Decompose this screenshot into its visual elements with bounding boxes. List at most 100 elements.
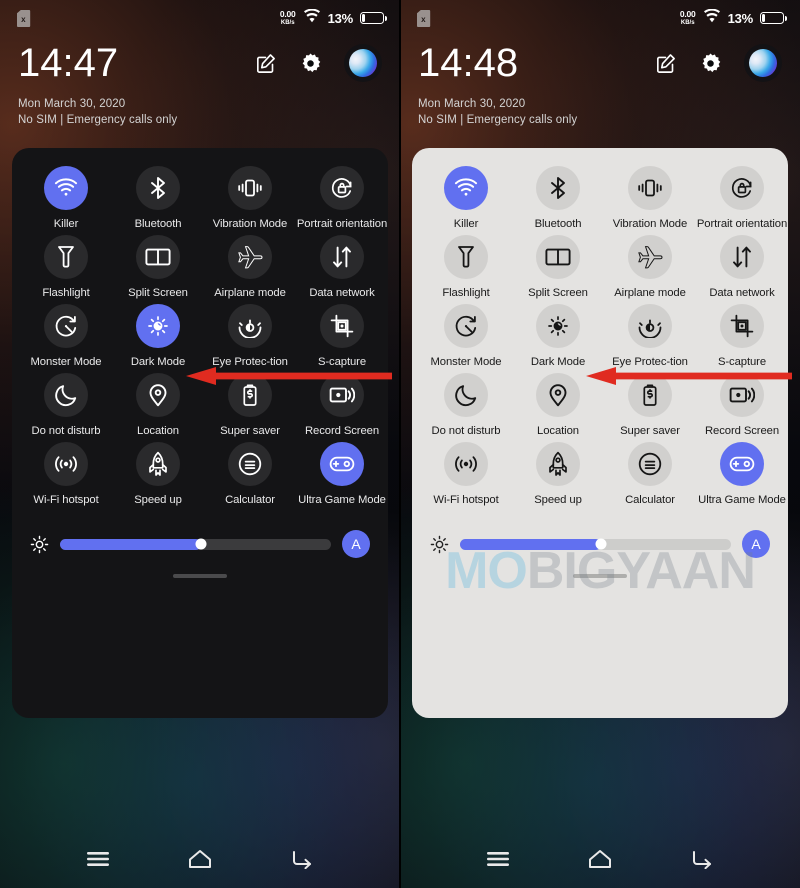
qs-tile-split-screen[interactable]: Split Screen	[512, 235, 604, 300]
eye-protection-icon[interactable]	[628, 304, 672, 348]
gamepad-icon[interactable]	[720, 442, 764, 486]
brightness-slider[interactable]	[460, 538, 731, 550]
qs-tile-dark-mode[interactable]: Dark Mode	[512, 304, 604, 369]
qs-tile-airplane-mode[interactable]: Airplane mode	[604, 235, 696, 300]
rotation-lock-icon[interactable]	[720, 166, 764, 210]
auto-brightness-button[interactable]: A	[342, 530, 370, 558]
moon-icon[interactable]	[44, 373, 88, 417]
menu-icon[interactable]	[87, 851, 110, 867]
qs-tile-do-not-disturb[interactable]: Do not disturb	[420, 373, 512, 438]
qs-tile-bluetooth[interactable]: Bluetooth	[512, 166, 604, 231]
vibration-icon[interactable]	[228, 166, 272, 210]
dark-mode-icon[interactable]	[536, 304, 580, 348]
qs-tile-eye-protec-tion[interactable]: Eye Protec-​tion	[204, 304, 296, 369]
panel-drag-handle[interactable]	[573, 574, 627, 578]
rotation-lock-icon[interactable]	[320, 166, 364, 210]
back-icon[interactable]	[691, 849, 713, 869]
hotspot-icon[interactable]	[44, 442, 88, 486]
gamepad-icon[interactable]	[320, 442, 364, 486]
back-icon[interactable]	[291, 849, 313, 869]
flashlight-icon[interactable]	[444, 235, 488, 279]
brightness-slider-knob[interactable]	[595, 538, 607, 550]
home-icon[interactable]	[188, 849, 212, 869]
edit-pencil-icon[interactable]	[254, 52, 277, 75]
qs-tile-speed-up[interactable]: Speed up	[512, 442, 604, 507]
qs-tile-speed-up[interactable]: Speed up	[112, 442, 204, 507]
qs-tile-killer[interactable]: Killer	[420, 166, 512, 231]
qs-tile-vibration-mode[interactable]: Vibration Mode	[604, 166, 696, 231]
home-icon[interactable]	[588, 849, 612, 869]
record-screen-icon[interactable]	[720, 373, 764, 417]
qs-tile-location[interactable]: Location	[512, 373, 604, 438]
data-transfer-icon[interactable]	[320, 235, 364, 279]
brightness-slider[interactable]	[60, 538, 331, 550]
user-avatar-orb[interactable]	[344, 44, 382, 82]
brightness-slider-knob[interactable]	[195, 538, 207, 550]
bluetooth-icon[interactable]	[136, 166, 180, 210]
menu-icon[interactable]	[487, 851, 510, 867]
qs-tile-super-saver[interactable]: Super saver	[204, 373, 296, 438]
qs-tile-bluetooth[interactable]: Bluetooth	[112, 166, 204, 231]
location-pin-icon[interactable]	[536, 373, 580, 417]
calculator-icon[interactable]	[228, 442, 272, 486]
qs-tile-eye-protec-tion[interactable]: Eye Protec-​tion	[604, 304, 696, 369]
qs-tile-vibration-mode[interactable]: Vibration Mode	[204, 166, 296, 231]
qs-tile-record-screen[interactable]: Record Screen	[696, 373, 788, 438]
qs-tile-split-screen[interactable]: Split Screen	[112, 235, 204, 300]
vibration-icon[interactable]	[628, 166, 672, 210]
qs-tile-data-network[interactable]: Data network	[296, 235, 388, 300]
qs-tile-data-network[interactable]: Data network	[696, 235, 788, 300]
airplane-icon[interactable]	[228, 235, 272, 279]
location-pin-icon[interactable]	[136, 373, 180, 417]
dark-mode-icon[interactable]	[136, 304, 180, 348]
qs-tile-s-capture[interactable]: S-capture	[696, 304, 788, 369]
qs-tile-calculator[interactable]: Calculator	[604, 442, 696, 507]
user-avatar-orb[interactable]	[744, 44, 782, 82]
qs-tile-record-screen[interactable]: Record Screen	[296, 373, 388, 438]
rocket-icon[interactable]	[136, 442, 180, 486]
wifi-icon[interactable]	[44, 166, 88, 210]
monster-mode-icon[interactable]	[44, 304, 88, 348]
record-screen-icon[interactable]	[320, 373, 364, 417]
flashlight-icon[interactable]	[44, 235, 88, 279]
qs-tile-ultra-game-mode[interactable]: Ultra Game Mode	[296, 442, 388, 507]
gear-icon[interactable]	[699, 52, 722, 75]
qs-tile-monster-mode[interactable]: Monster Mode	[420, 304, 512, 369]
qs-tile-monster-mode[interactable]: Monster Mode	[20, 304, 112, 369]
qs-tile-flashlight[interactable]: Flashlight	[420, 235, 512, 300]
edit-pencil-icon[interactable]	[654, 52, 677, 75]
qs-tile-portrait-orientation[interactable]: Portrait orientation	[296, 166, 388, 231]
qs-tile-s-capture[interactable]: S-capture	[296, 304, 388, 369]
hotspot-icon[interactable]	[444, 442, 488, 486]
qs-tile-location[interactable]: Location	[112, 373, 204, 438]
qs-tile-wi-fi-hotspot[interactable]: Wi-Fi hotspot	[20, 442, 112, 507]
monster-mode-icon[interactable]	[444, 304, 488, 348]
qs-tile-ultra-game-mode[interactable]: Ultra Game Mode	[696, 442, 788, 507]
calculator-icon[interactable]	[628, 442, 672, 486]
qs-tile-calculator[interactable]: Calculator	[204, 442, 296, 507]
screen-capture-icon[interactable]	[720, 304, 764, 348]
moon-icon[interactable]	[444, 373, 488, 417]
data-transfer-icon[interactable]	[720, 235, 764, 279]
qs-tile-portrait-orientation[interactable]: Portrait orientation	[696, 166, 788, 231]
wifi-icon[interactable]	[444, 166, 488, 210]
eye-protection-icon[interactable]	[228, 304, 272, 348]
airplane-icon[interactable]	[628, 235, 672, 279]
qs-tile-super-saver[interactable]: Super saver	[604, 373, 696, 438]
screen-capture-icon[interactable]	[320, 304, 364, 348]
rocket-icon[interactable]	[536, 442, 580, 486]
split-screen-icon[interactable]	[136, 235, 180, 279]
qs-tile-dark-mode[interactable]: Dark Mode	[112, 304, 204, 369]
qs-tile-flashlight[interactable]: Flashlight	[20, 235, 112, 300]
panel-drag-handle[interactable]	[173, 574, 227, 578]
split-screen-icon[interactable]	[536, 235, 580, 279]
qs-tile-airplane-mode[interactable]: Airplane mode	[204, 235, 296, 300]
battery-saver-icon[interactable]	[628, 373, 672, 417]
qs-tile-wi-fi-hotspot[interactable]: Wi-Fi hotspot	[420, 442, 512, 507]
auto-brightness-button[interactable]: A	[742, 530, 770, 558]
qs-tile-do-not-disturb[interactable]: Do not disturb	[20, 373, 112, 438]
bluetooth-icon[interactable]	[536, 166, 580, 210]
gear-icon[interactable]	[299, 52, 322, 75]
qs-tile-killer[interactable]: Killer	[20, 166, 112, 231]
battery-saver-icon[interactable]	[228, 373, 272, 417]
